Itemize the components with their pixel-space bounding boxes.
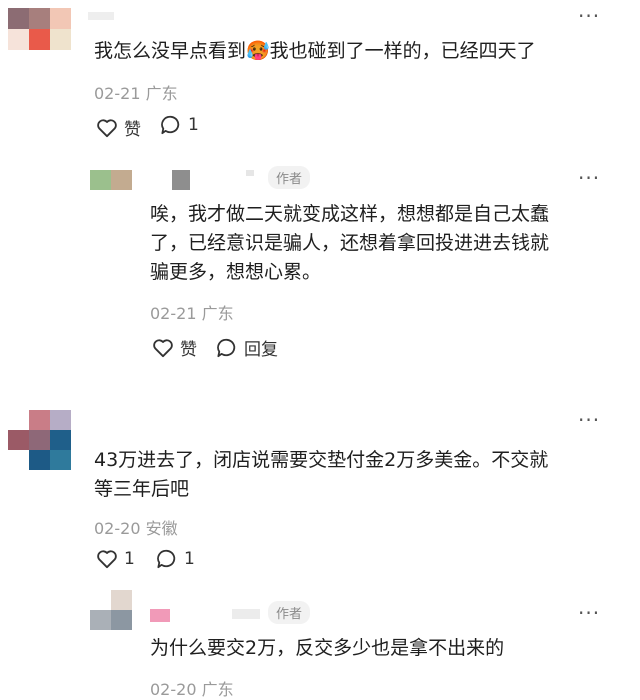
comment-date: 02-20: [94, 519, 141, 538]
reply-username-blur[interactable]: [172, 170, 190, 190]
more-dots-icon[interactable]: ···: [578, 408, 600, 432]
more-dots-icon[interactable]: ···: [578, 601, 600, 625]
reply-like-button[interactable]: 赞: [152, 335, 197, 360]
comment-bubble-icon: [156, 549, 178, 569]
avatar[interactable]: [8, 8, 72, 54]
reply-username-blur[interactable]: [150, 609, 170, 622]
reply-meta: 02-20 广东: [150, 676, 234, 700]
reply-count: 1: [188, 115, 199, 135]
more-dots-icon[interactable]: ···: [578, 166, 600, 190]
like-label: 赞: [124, 120, 141, 140]
reply-meta: 02-21 广东: [150, 300, 234, 324]
reply-text-line: 唉，我才做二天就变成这样，想想都是自己太蠢: [150, 203, 550, 225]
reply-username-blur-2: [232, 609, 260, 619]
comment-text-line: 等三年后吧: [94, 478, 190, 500]
reply-count: 1: [184, 549, 195, 569]
like-label: 赞: [180, 340, 197, 360]
reply-date: 02-21: [150, 304, 197, 323]
reply-avatar[interactable]: [90, 170, 132, 190]
reply-count-button[interactable]: 1: [156, 549, 195, 569]
comment-bubble-icon: [216, 338, 238, 358]
like-button[interactable]: 赞: [96, 115, 141, 140]
more-dots-icon[interactable]: ···: [578, 4, 600, 28]
comment-meta: 02-21 广东: [94, 80, 178, 104]
reply-avatar[interactable]: [90, 590, 132, 630]
reply-button[interactable]: 回复: [216, 335, 278, 360]
reply-text: 为什么要交2万，反交多少也是拿不出来的: [150, 637, 505, 659]
reply-text-line: 骗更多，想想心累。: [150, 261, 322, 283]
reply-text: 唉，我才做二天就变成这样，想想都是自己太蠢 了，已经意识是骗人，还想着拿回投进进…: [150, 200, 549, 287]
reply-username-blur-2: [246, 170, 254, 176]
comment-bubble-icon: [160, 115, 182, 135]
comment-location: 广东: [145, 84, 178, 103]
comment-text: 43万进去了，闭店说需要交垫付金2万多美金。不交就 等三年后吧: [94, 446, 548, 504]
comment-date: 02-21: [94, 84, 141, 103]
avatar[interactable]: [8, 410, 71, 470]
like-button[interactable]: 1: [96, 549, 135, 569]
reply-location: 广东: [201, 680, 234, 699]
comment-meta: 02-20 安徽: [94, 515, 178, 539]
author-badge: 作者: [268, 601, 311, 624]
reply-count-button[interactable]: 1: [160, 115, 199, 135]
like-count: 1: [124, 549, 135, 569]
reply-date: 02-20: [150, 680, 197, 699]
reply-text-line: 了，已经意识是骗人，还想着拿回投进进去钱就: [150, 232, 550, 254]
reply-location: 广东: [201, 304, 234, 323]
heart-icon: [96, 549, 118, 569]
author-badge: 作者: [268, 166, 311, 189]
comment-text: 我怎么没早点看到🥵我也碰到了一样的，已经四天了: [94, 40, 536, 62]
heart-icon: [96, 118, 118, 138]
reply-label: 回复: [244, 340, 278, 360]
username-blur[interactable]: [88, 12, 114, 20]
comment-location: 安徽: [145, 519, 178, 538]
comment-text-line: 43万进去了，闭店说需要交垫付金2万多美金。不交就: [94, 449, 549, 471]
heart-icon: [152, 338, 174, 358]
